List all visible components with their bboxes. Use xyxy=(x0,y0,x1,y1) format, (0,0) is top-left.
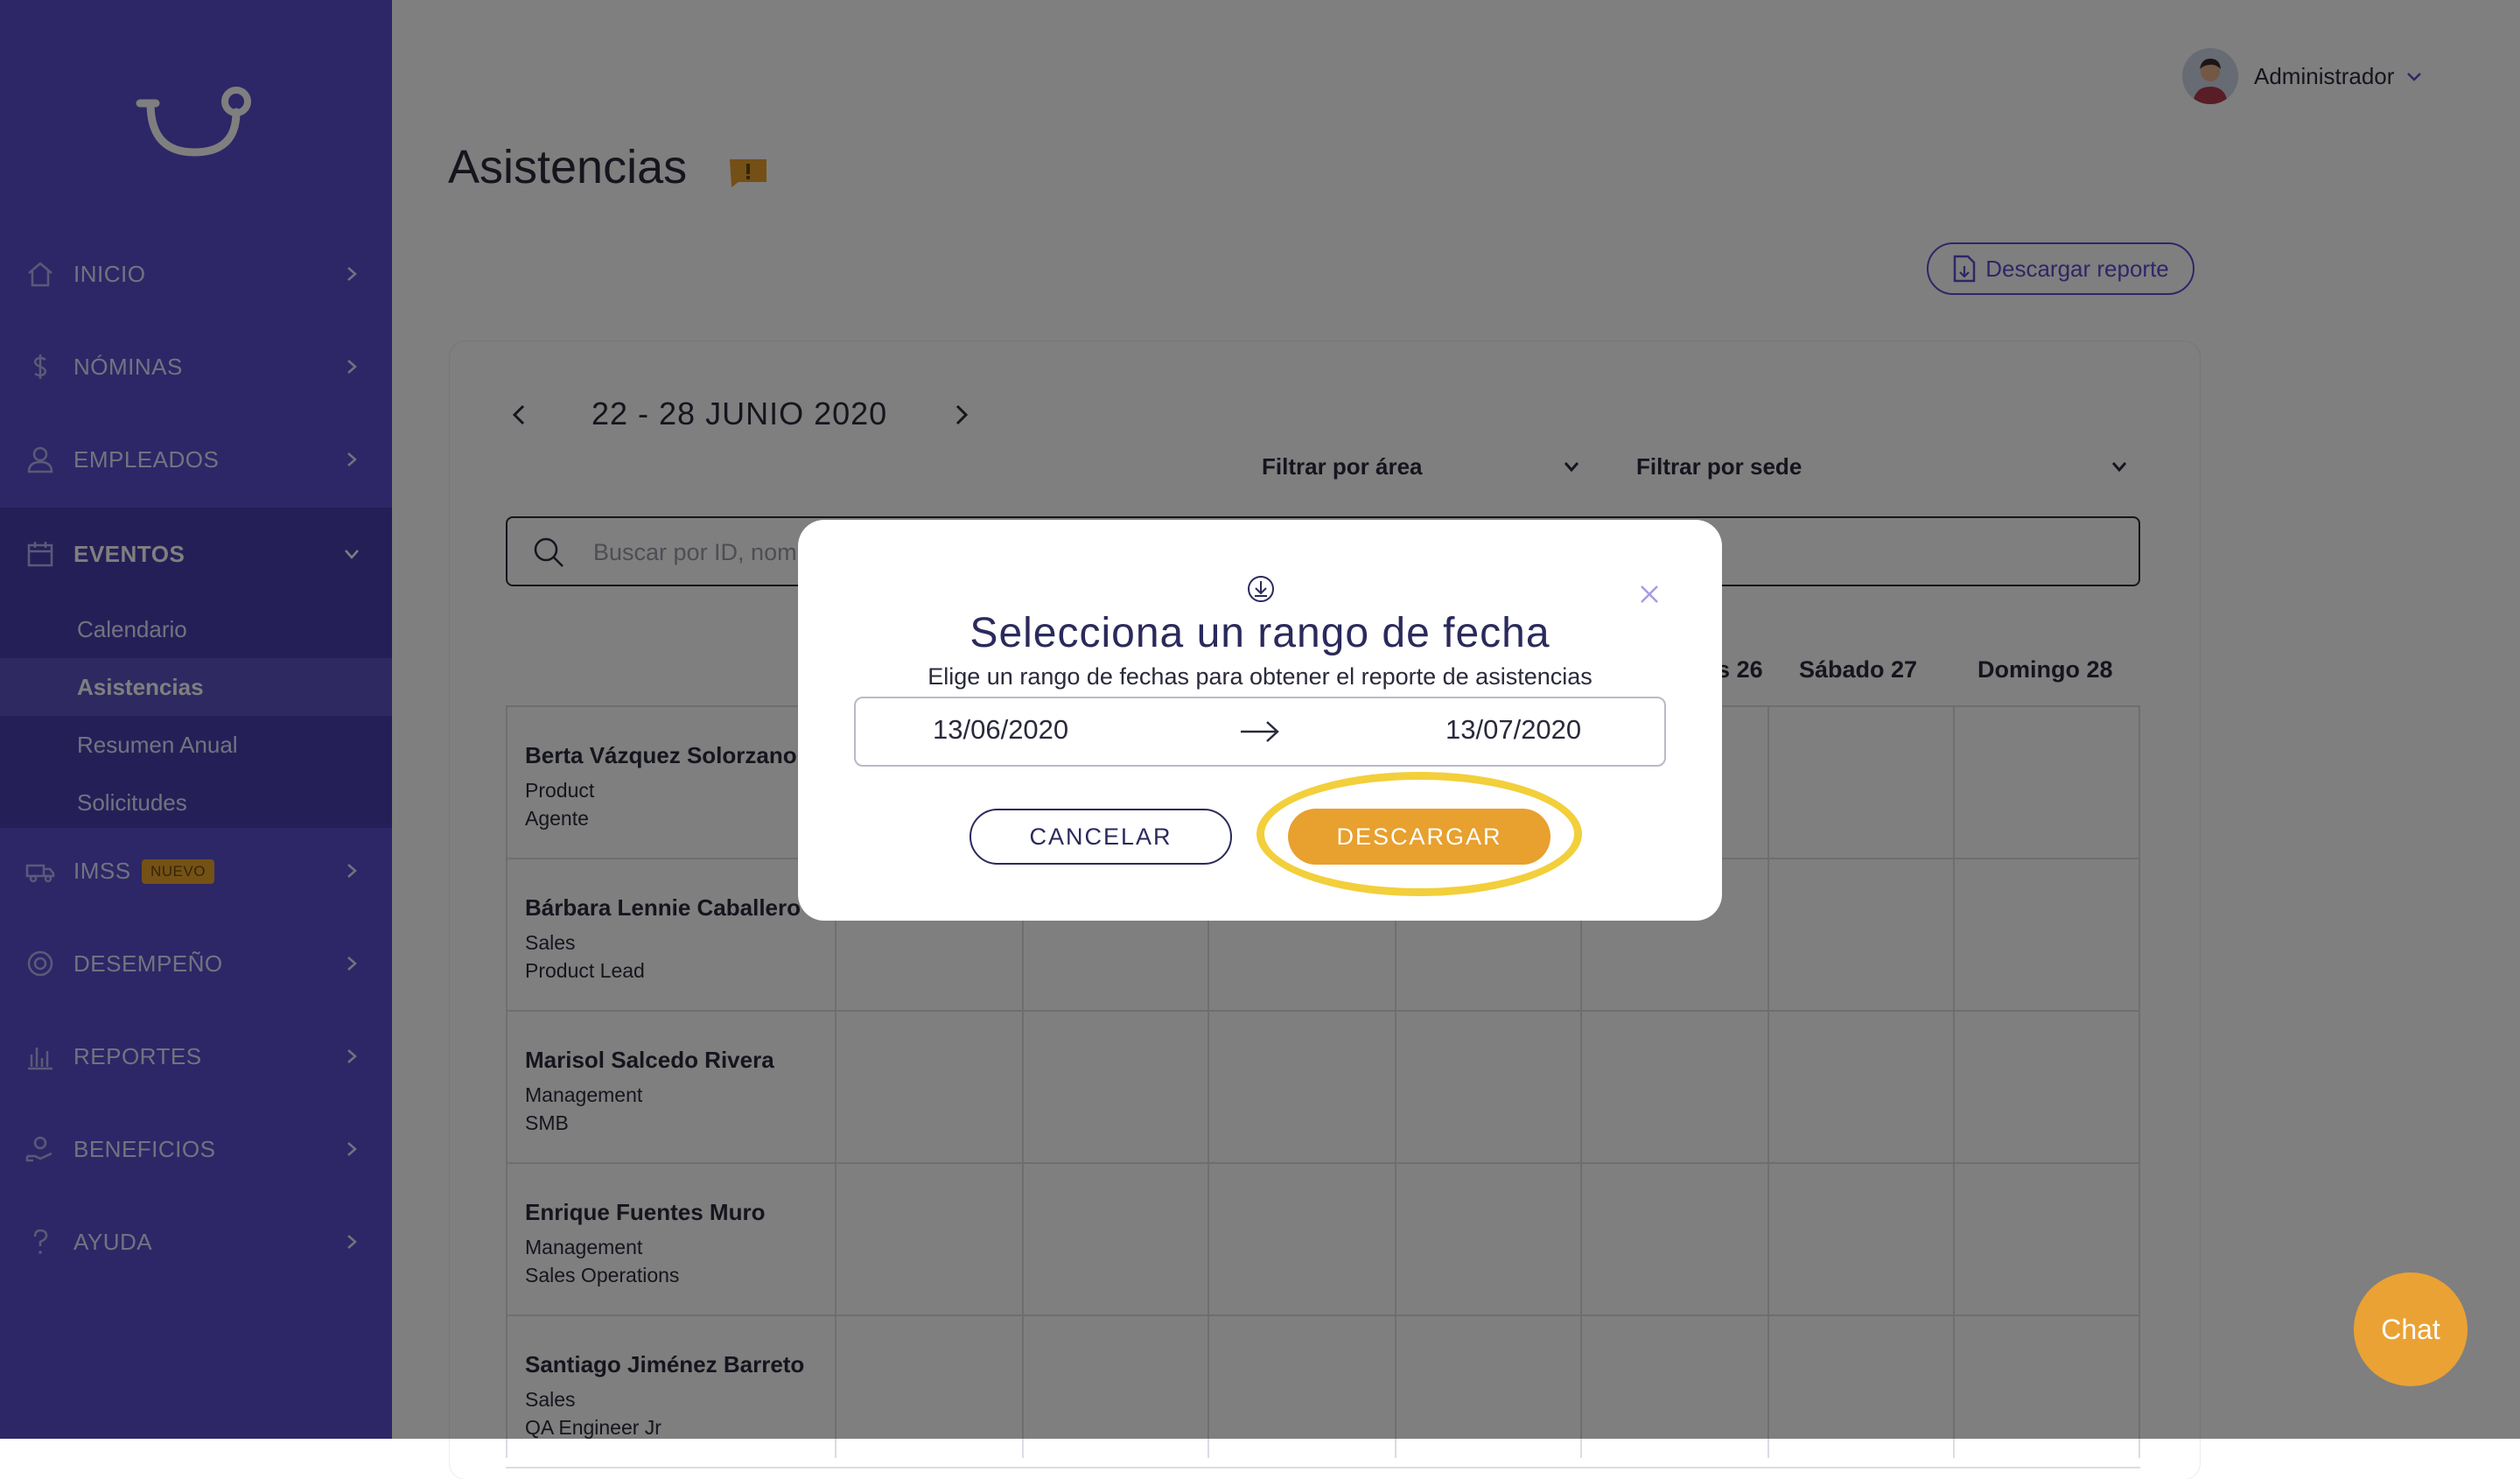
date-range-picker[interactable]: 13/06/2020 13/07/2020 xyxy=(854,697,1666,767)
modal-title: Selecciona un rango de fecha xyxy=(970,610,1550,656)
close-icon[interactable] xyxy=(1638,583,1661,606)
cancel-button[interactable]: CANCELAR xyxy=(970,809,1232,865)
start-date-input[interactable]: 13/06/2020 xyxy=(933,714,1068,746)
download-circle-icon xyxy=(1248,576,1274,602)
date-range-modal: Selecciona un rango de fecha Elige un ra… xyxy=(798,520,1722,921)
end-date-input[interactable]: 13/07/2020 xyxy=(1446,714,1581,746)
highlight-ring xyxy=(1256,772,1582,896)
modal-subtitle: Elige un rango de fechas para obtener el… xyxy=(928,663,1592,690)
arrow-right-icon xyxy=(1241,721,1279,742)
chat-button[interactable]: Chat xyxy=(2354,1272,2468,1386)
